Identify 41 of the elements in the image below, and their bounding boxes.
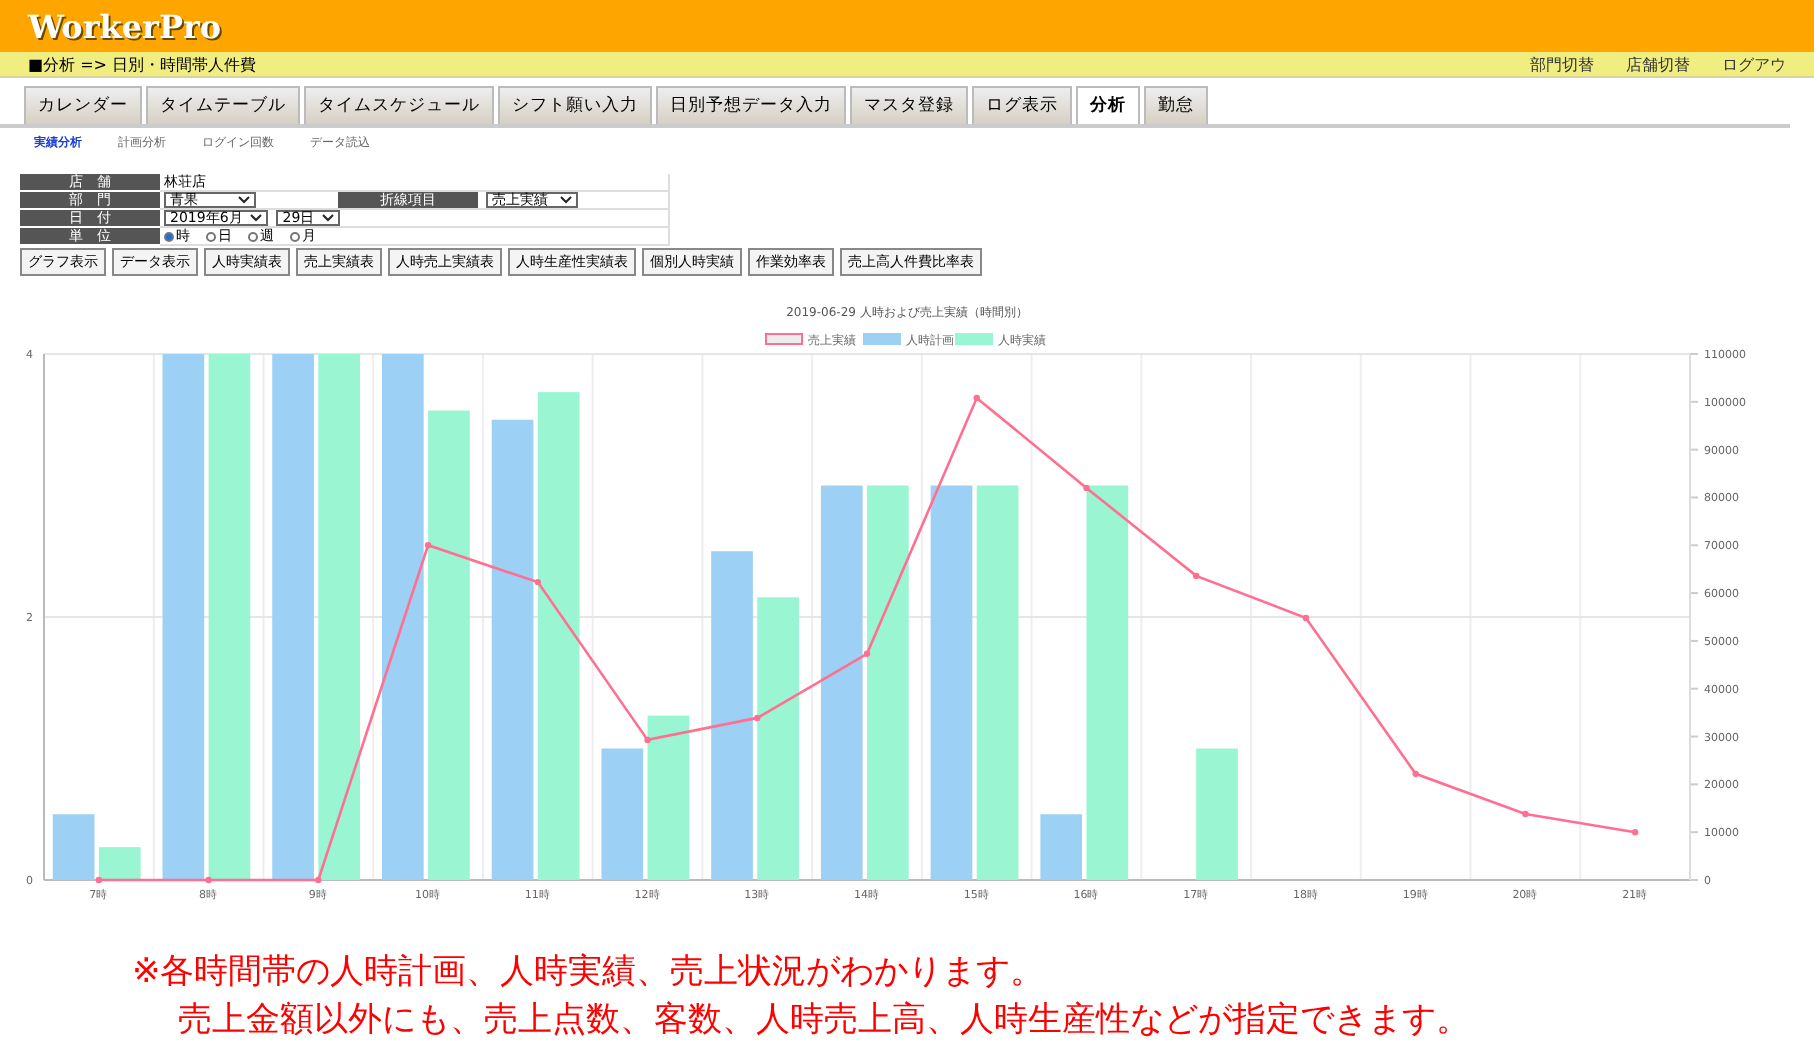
legend-swatch <box>863 333 901 345</box>
caret-icon <box>322 214 335 222</box>
tab[interactable]: カレンダー <box>24 86 142 124</box>
tab[interactable]: マスタ登録 <box>850 86 968 124</box>
line-point <box>315 876 322 884</box>
bar <box>98 847 141 880</box>
line-point <box>973 394 980 402</box>
line-point <box>1083 484 1090 492</box>
bar <box>1040 814 1083 880</box>
legend-swatch <box>955 333 993 345</box>
line-point <box>534 578 541 586</box>
logo: WorkerPro <box>28 7 222 45</box>
line-point <box>754 714 761 722</box>
bar <box>1196 748 1238 880</box>
tab[interactable]: 日別予想データ入力 <box>656 86 846 124</box>
tab[interactable]: シフト願い入力 <box>498 86 652 124</box>
line-point <box>1631 829 1639 836</box>
line-point <box>863 650 871 657</box>
note-text: 売上金額以外にも、売上点数、客数、人時売上高、人時生産性などが指定できます。 <box>176 998 1472 1044</box>
caret-icon <box>560 196 572 204</box>
legend-swatch <box>765 333 803 345</box>
header-link[interactable]: ログアウ <box>1722 53 1786 75</box>
line-point <box>644 736 651 744</box>
header-link[interactable]: 店舗切替 <box>1626 53 1690 75</box>
tab[interactable]: ログ表示 <box>972 86 1072 124</box>
tab[interactable]: 勤怠 <box>1144 86 1208 124</box>
tab[interactable]: タイムスケジュール <box>304 86 494 124</box>
bar <box>601 748 644 880</box>
line-point <box>1412 770 1419 778</box>
note-text: ※各時間帯の人時計画、人時実績、売上状況がわかります。 <box>132 950 1047 996</box>
line-point <box>1302 614 1310 622</box>
tab[interactable]: タイムテーブル <box>146 86 300 124</box>
line-point <box>1522 810 1529 818</box>
line-point <box>205 876 212 884</box>
tab[interactable]: 分析 <box>1076 86 1140 124</box>
line-point <box>424 542 432 549</box>
header-link[interactable]: 部門切替 <box>1530 53 1594 75</box>
bar <box>52 814 95 880</box>
breadcrumb: ■分析 => 日別・時間帯人件費 <box>28 53 257 75</box>
line-point <box>1193 572 1200 580</box>
line-point <box>95 876 103 884</box>
